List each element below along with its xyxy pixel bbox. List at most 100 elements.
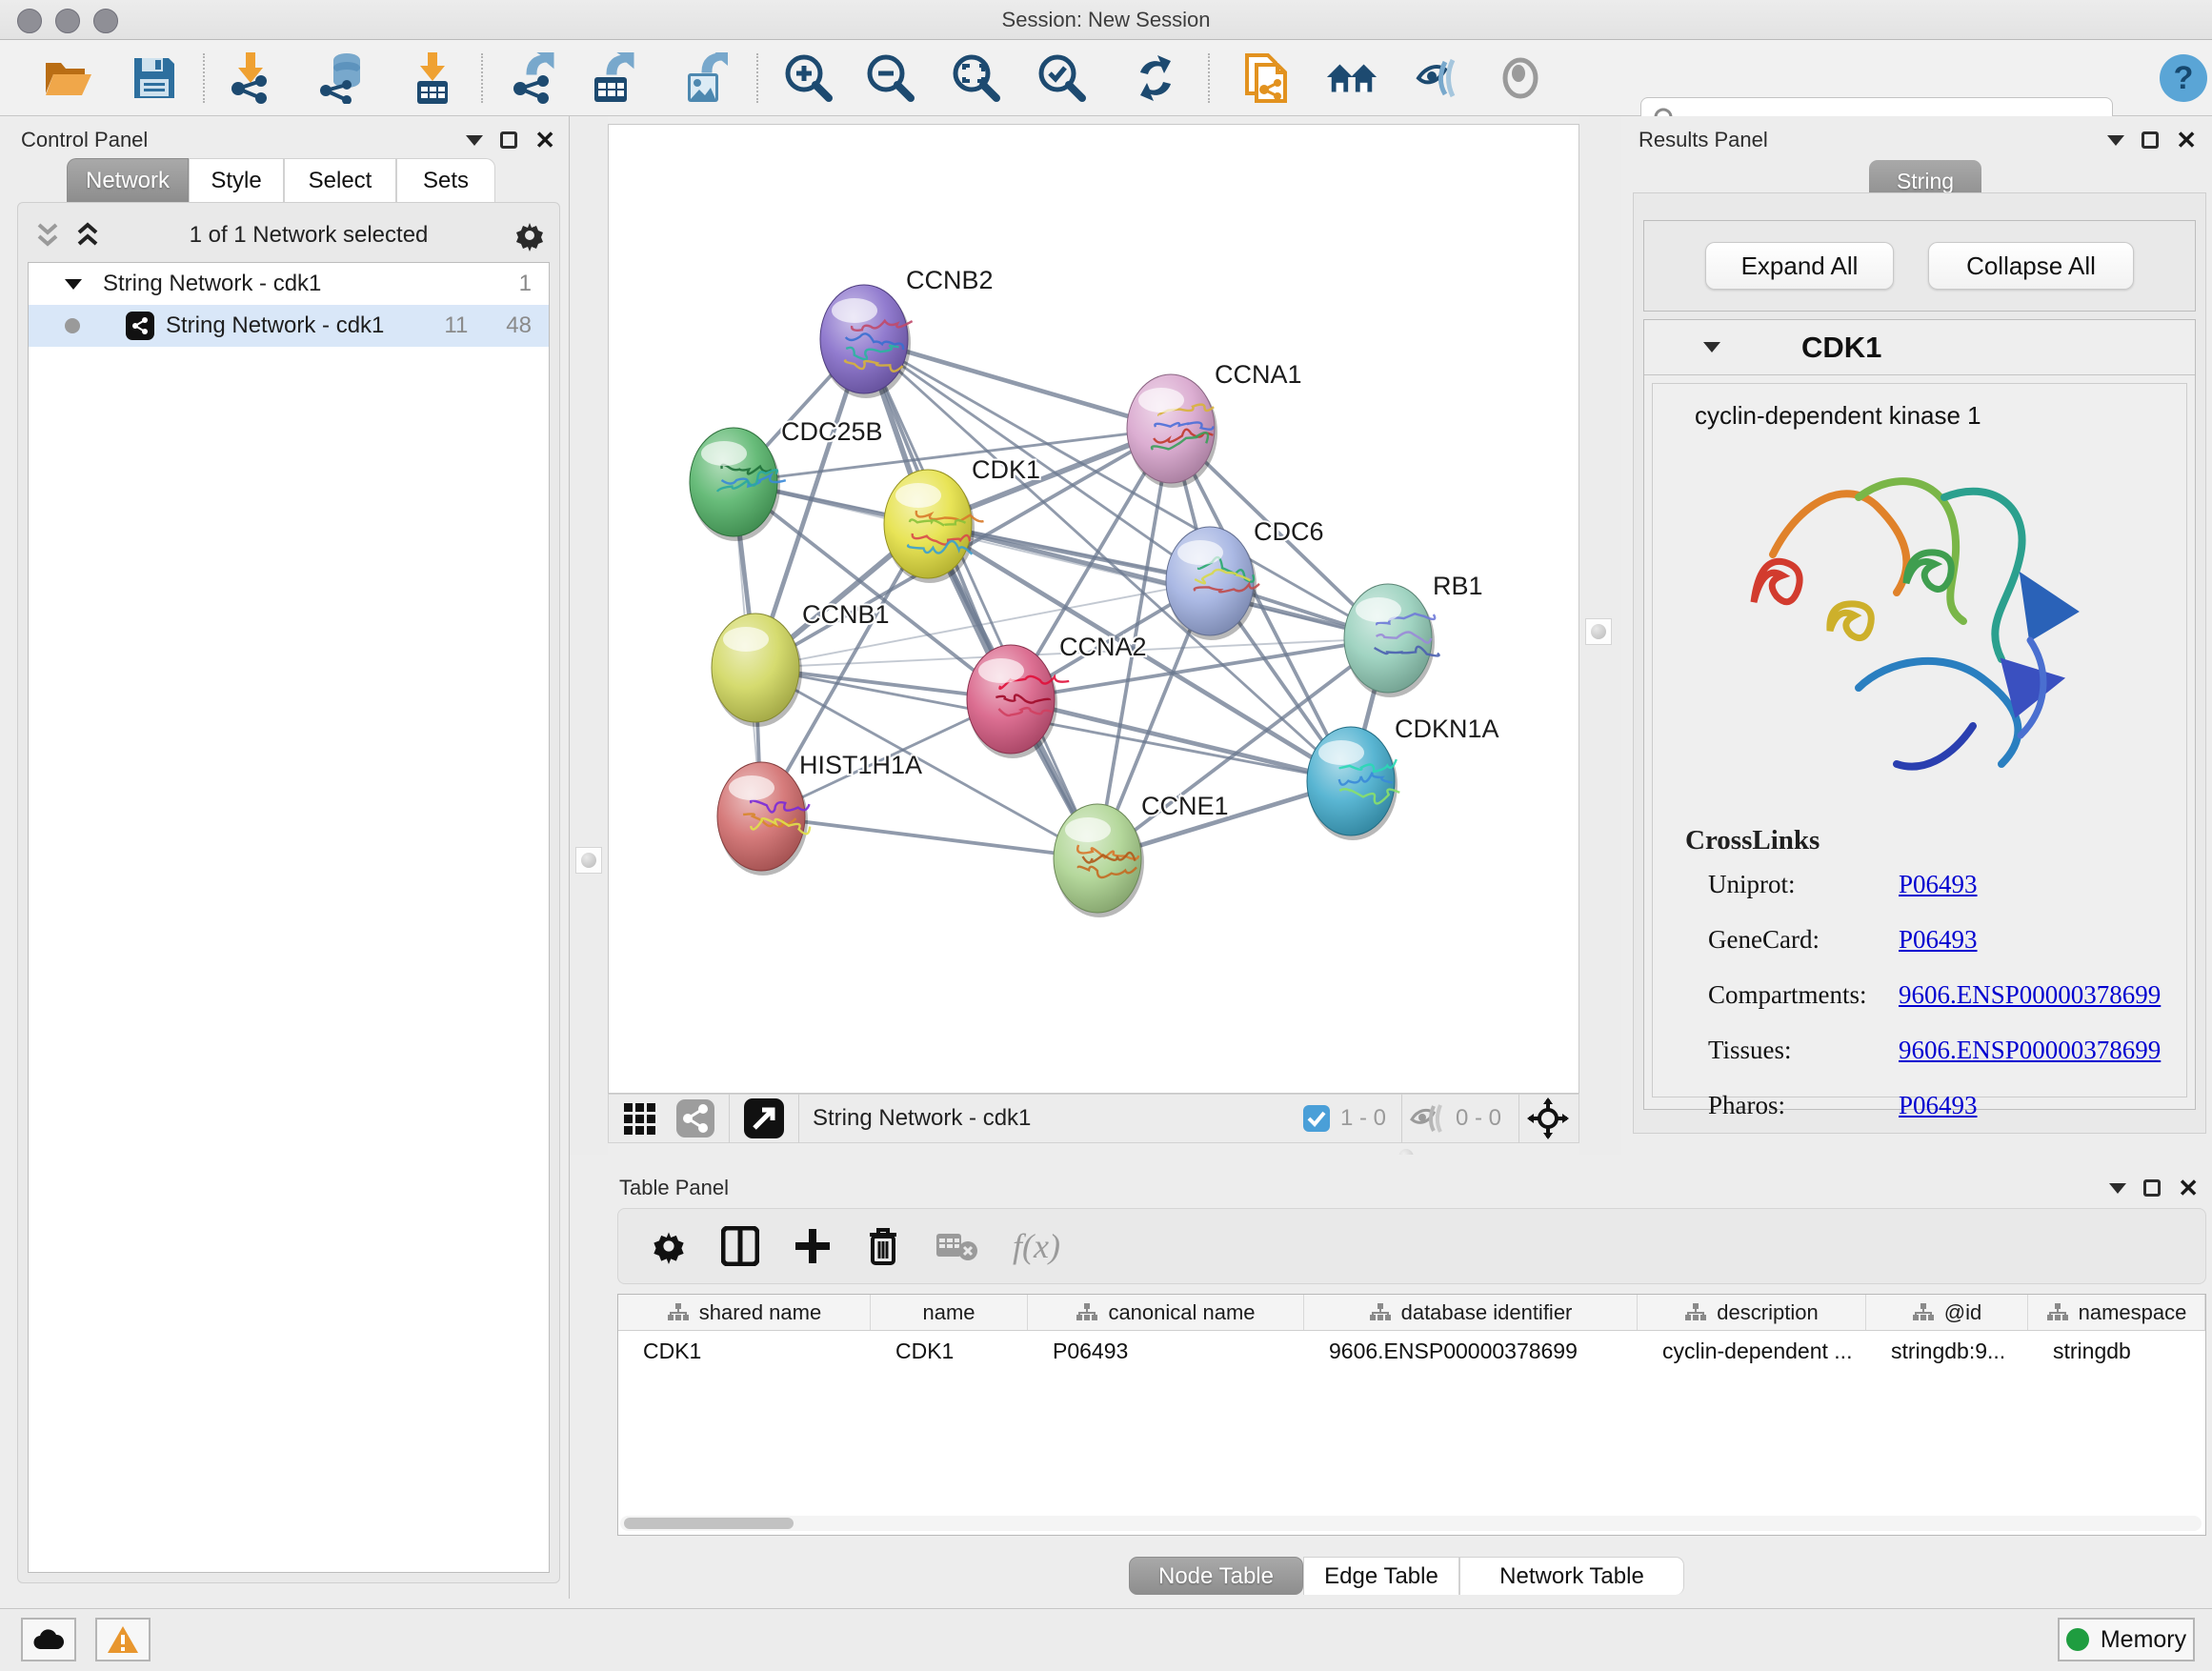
zoom-out-button[interactable]	[864, 51, 917, 105]
create-column-icon[interactable]	[794, 1227, 832, 1265]
network-from-public-databases-button[interactable]	[1239, 51, 1293, 105]
collapse-all-icon[interactable]	[31, 221, 64, 250]
cloud-status-button[interactable]	[21, 1618, 76, 1661]
export-image-button[interactable]	[678, 51, 732, 105]
column-header-canonical-name[interactable]: canonical name	[1028, 1295, 1304, 1330]
table-horizontal-scrollbar[interactable]	[620, 1516, 2202, 1531]
gene-section-header[interactable]: CDK1	[1644, 320, 2195, 375]
network-node-HIST1H1A[interactable]	[717, 762, 810, 876]
column-header-shared-name[interactable]: shared name	[618, 1295, 871, 1330]
expand-all-button[interactable]: Expand All	[1705, 242, 1894, 290]
network-node-CCNB1[interactable]	[712, 614, 802, 727]
network-node-CDKN1A[interactable]	[1307, 727, 1399, 840]
panel-float-icon[interactable]	[2142, 131, 2159, 149]
node-table[interactable]: shared namenamecanonical namedatabase id…	[617, 1294, 2206, 1536]
tab-network-table[interactable]: Network Table	[1459, 1557, 1684, 1595]
network-node-CDC6[interactable]	[1166, 527, 1259, 640]
panel-close-icon[interactable]: ✕	[534, 131, 555, 150]
help-button[interactable]: ?	[2157, 51, 2210, 105]
network-status-dot	[65, 318, 80, 333]
column-header-database-identifier[interactable]: database identifier	[1304, 1295, 1638, 1330]
selected-checkbox-icon[interactable]	[1302, 1104, 1331, 1133]
scrollbar-thumb[interactable]	[624, 1518, 794, 1529]
import-network-file-button[interactable]	[224, 51, 277, 105]
table-cell[interactable]: 9606.ENSP00000378699	[1304, 1331, 1638, 1371]
crosslink-value-link[interactable]: P06493	[1899, 925, 1978, 955]
table-settings-gear-icon[interactable]	[651, 1228, 687, 1264]
tab-network[interactable]: Network	[67, 158, 189, 202]
crosslink-value-link[interactable]: P06493	[1899, 870, 1978, 899]
network-node-CCNB2[interactable]	[820, 285, 913, 398]
crosslink-value-link[interactable]: 9606.ENSP00000378699	[1899, 980, 2161, 1010]
panel-menu-icon[interactable]	[2107, 135, 2124, 146]
hidden-elements-icon[interactable]	[1408, 1102, 1446, 1135]
open-session-button[interactable]	[42, 51, 95, 105]
apply-layout-button[interactable]	[1129, 51, 1182, 105]
table-cell[interactable]: cyclin-dependent ...	[1638, 1331, 1866, 1371]
tab-node-table[interactable]: Node Table	[1129, 1557, 1303, 1595]
crosslink-value-link[interactable]: 9606.ENSP00000378699	[1899, 1036, 2161, 1065]
zoom-in-button[interactable]	[782, 51, 835, 105]
column-header--id[interactable]: @id	[1866, 1295, 2028, 1330]
show-columns-icon[interactable]	[721, 1226, 759, 1266]
import-network-database-button[interactable]	[316, 51, 370, 105]
network-canvas[interactable]: CCNB2CCNA1CDC25BCDK1CDC6RB1CCNB1CCNA2CDK…	[608, 124, 1579, 1094]
network-node-CDK1[interactable]	[884, 470, 984, 583]
tab-sets[interactable]: Sets	[396, 158, 495, 202]
function-builder-icon[interactable]: f(x)	[1013, 1226, 1060, 1266]
memory-button[interactable]: Memory	[2058, 1618, 2195, 1661]
table-row[interactable]: CDK1CDK1P064939606.ENSP00000378699cyclin…	[618, 1331, 2205, 1371]
table-cell[interactable]: stringdb	[2028, 1331, 2205, 1371]
network-view-mode-icon[interactable]	[675, 1098, 715, 1138]
collection-expand-icon[interactable]	[65, 279, 82, 290]
delete-column-icon[interactable]	[866, 1225, 900, 1267]
save-session-button[interactable]	[128, 51, 181, 105]
right-splitter-grip[interactable]	[1585, 618, 1612, 645]
left-splitter-grip[interactable]	[575, 847, 602, 874]
panel-float-icon[interactable]	[2143, 1179, 2161, 1197]
export-table-button[interactable]	[585, 51, 638, 105]
column-header-namespace[interactable]: namespace	[2028, 1295, 2205, 1330]
network-row[interactable]: String Network - cdk1 11 48	[29, 305, 549, 347]
tab-select[interactable]: Select	[284, 158, 396, 202]
detach-view-icon[interactable]	[743, 1097, 785, 1139]
collapse-all-button[interactable]: Collapse All	[1928, 242, 2134, 290]
gene-collapse-icon[interactable]	[1703, 342, 1720, 352]
zoom-fit-button[interactable]	[950, 51, 1003, 105]
column-header-description[interactable]: description	[1638, 1295, 1866, 1330]
hide-graphics-details-button[interactable]	[1412, 51, 1465, 105]
show-graphics-details-button[interactable]	[1494, 51, 1547, 105]
export-network-button[interactable]	[506, 51, 559, 105]
node-label-CDC25B: CDC25B	[781, 417, 883, 446]
network-node-CCNA2[interactable]	[967, 645, 1069, 758]
table-cell[interactable]: P06493	[1028, 1331, 1304, 1371]
table-cell[interactable]: stringdb:9...	[1866, 1331, 2028, 1371]
panel-menu-icon[interactable]	[466, 135, 483, 146]
hidden-node-edge-counts: 0 - 0	[1456, 1105, 1501, 1132]
crosslink-value-link[interactable]: P06493	[1899, 1091, 1978, 1120]
tab-style[interactable]: Style	[189, 158, 284, 202]
panel-float-icon[interactable]	[500, 131, 517, 149]
tab-edge-table[interactable]: Edge Table	[1303, 1557, 1459, 1595]
network-options-gear-icon[interactable]	[513, 219, 546, 252]
expand-all-icon[interactable]	[71, 221, 104, 250]
home-browser-button[interactable]	[1325, 51, 1378, 105]
delete-table-icon[interactable]	[935, 1230, 978, 1262]
zoom-selected-button[interactable]	[1036, 51, 1089, 105]
panel-close-icon[interactable]: ✕	[2178, 1178, 2199, 1198]
import-table-file-button[interactable]	[406, 51, 459, 105]
network-node-CDC25B[interactable]	[690, 428, 786, 541]
network-node-CCNE1[interactable]	[1054, 804, 1144, 917]
panel-close-icon[interactable]: ✕	[2176, 131, 2197, 150]
table-cell[interactable]: CDK1	[618, 1331, 871, 1371]
network-node-RB1[interactable]	[1344, 584, 1439, 697]
panel-menu-icon[interactable]	[2109, 1183, 2126, 1194]
table-cell[interactable]: CDK1	[871, 1331, 1028, 1371]
warning-status-button[interactable]	[95, 1618, 151, 1661]
network-node-CCNA1[interactable]	[1127, 374, 1217, 488]
grid-mode-icon[interactable]	[622, 1099, 660, 1137]
column-header-name[interactable]: name	[871, 1295, 1028, 1330]
network-collection-row[interactable]: String Network - cdk1 1	[29, 263, 549, 305]
left-splitter[interactable]	[570, 116, 608, 1155]
fit-selected-icon[interactable]	[1527, 1097, 1569, 1139]
